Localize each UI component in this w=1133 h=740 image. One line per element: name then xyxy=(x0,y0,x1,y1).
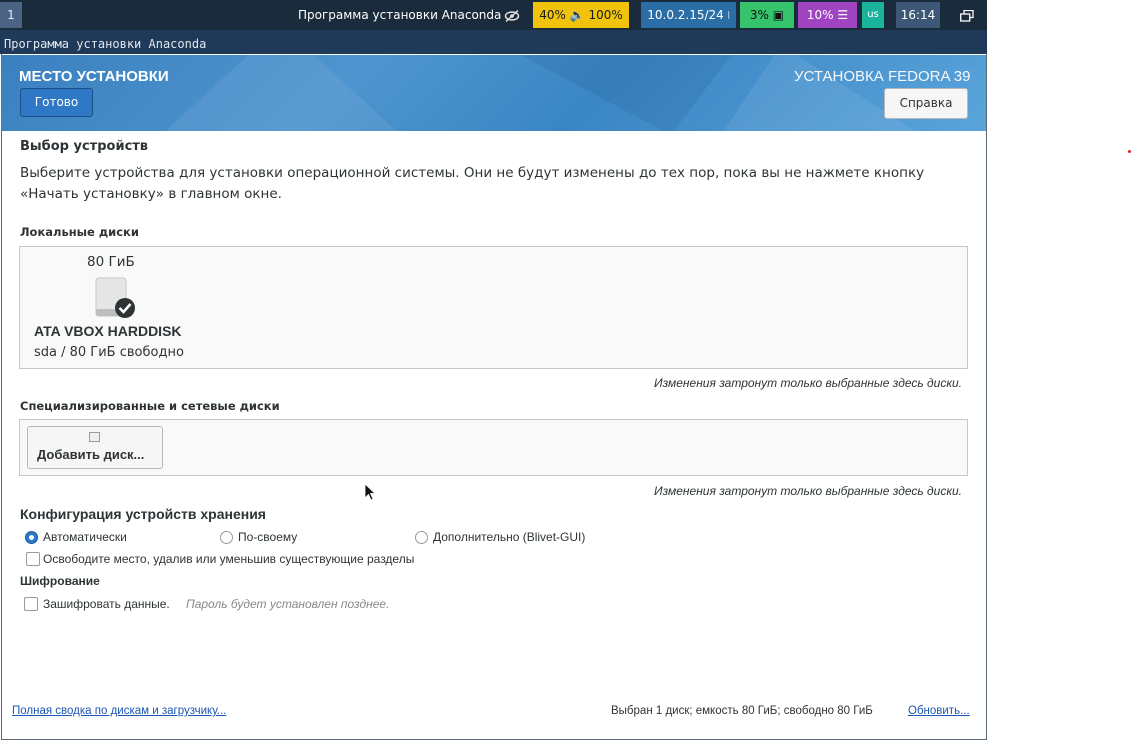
encryption-title: Шифрование xyxy=(20,574,100,588)
encrypt-hint: Пароль будет установлен позднее. xyxy=(186,597,390,611)
keyboard-layout[interactable]: us xyxy=(862,2,884,28)
radio-advanced-label[interactable]: Дополнительно (Blivet-GUI) xyxy=(433,530,585,544)
eye-slash-icon[interactable] xyxy=(495,2,529,28)
add-disk-icon xyxy=(89,432,100,442)
radio-custom[interactable] xyxy=(220,531,233,544)
radio-automatic[interactable] xyxy=(25,531,38,544)
mouse-cursor-icon xyxy=(364,483,377,505)
app-title-bar: Программа установки Anaconda xyxy=(0,30,987,54)
specialized-disks-note: Изменения затронут только выбранные здес… xyxy=(654,484,962,498)
spoke-header xyxy=(1,55,986,131)
volume-indicator[interactable]: 40% 🔈 100% xyxy=(533,2,629,28)
top-panel: 1 Программа установки Anaconda 40% 🔈 100… xyxy=(0,0,987,30)
memory-indicator[interactable]: 10% ☰ xyxy=(798,2,857,28)
specialized-disks-title: Специализированные и сетевые диски xyxy=(20,399,280,413)
network-indicator[interactable]: 10.0.2.15/24 ⦚ xyxy=(641,2,736,28)
encrypt-label[interactable]: Зашифровать данные. xyxy=(43,597,170,611)
add-disk-label: Добавить диск... xyxy=(37,447,145,462)
panel-window-title: Программа установки Anaconda xyxy=(298,8,502,22)
network-address: 10.0.2.15/24 xyxy=(647,8,724,22)
windows-icon[interactable] xyxy=(952,2,982,28)
help-button[interactable]: Справка xyxy=(884,88,968,119)
refresh-link[interactable]: Обновить... xyxy=(908,705,970,717)
encrypt-checkbox[interactable] xyxy=(24,597,38,611)
harddisk-checked-icon[interactable] xyxy=(93,276,137,320)
reclaim-space-label[interactable]: Освободите место, удалив или уменьшив су… xyxy=(43,552,414,566)
red-dot-marker xyxy=(1128,150,1131,153)
cpu-indicator[interactable]: 3% ▣ xyxy=(740,2,794,28)
device-selection-title: Выбор устройств xyxy=(20,139,149,154)
cpu-value: 3% xyxy=(749,8,769,22)
bars-icon: ☰ xyxy=(837,8,849,22)
local-disks-note: Изменения затронут только выбранные здес… xyxy=(654,376,962,390)
radio-advanced-blivet[interactable] xyxy=(415,531,428,544)
memory-value: 10% xyxy=(806,8,834,22)
workspace-indicator[interactable]: 1 xyxy=(0,2,22,28)
radio-custom-label[interactable]: По-своему xyxy=(238,530,297,544)
full-disk-summary-link[interactable]: Полная сводка по дискам и загрузчику... xyxy=(12,705,226,717)
device-selection-description: Выберите устройства для установки операц… xyxy=(20,165,925,202)
disk-free-space: sda / 80 ГиБ свободно xyxy=(34,345,184,360)
reclaim-space-checkbox[interactable] xyxy=(26,552,40,566)
disk-name: ATA VBOX HARDDISK xyxy=(34,323,182,339)
page-title: МЕСТО УСТАНОВКИ xyxy=(19,68,169,85)
disk-selection-status: Выбран 1 диск; емкость 80 ГиБ; свободно … xyxy=(611,705,873,717)
storage-config-title: Конфигурация устройств хранения xyxy=(20,506,266,522)
done-button[interactable]: Готово xyxy=(20,88,93,117)
installer-window xyxy=(1,54,987,740)
product-title: УСТАНОВКА FEDORA 39 xyxy=(794,68,971,85)
local-disks-title: Локальные диски xyxy=(20,225,139,239)
clock: 16:14 xyxy=(896,2,940,28)
chip-icon: ▣ xyxy=(772,8,785,22)
disk-size: 80 ГиБ xyxy=(87,254,135,270)
wifi-icon: ⦚ xyxy=(727,11,730,22)
radio-automatic-label[interactable]: Автоматически xyxy=(43,530,127,544)
